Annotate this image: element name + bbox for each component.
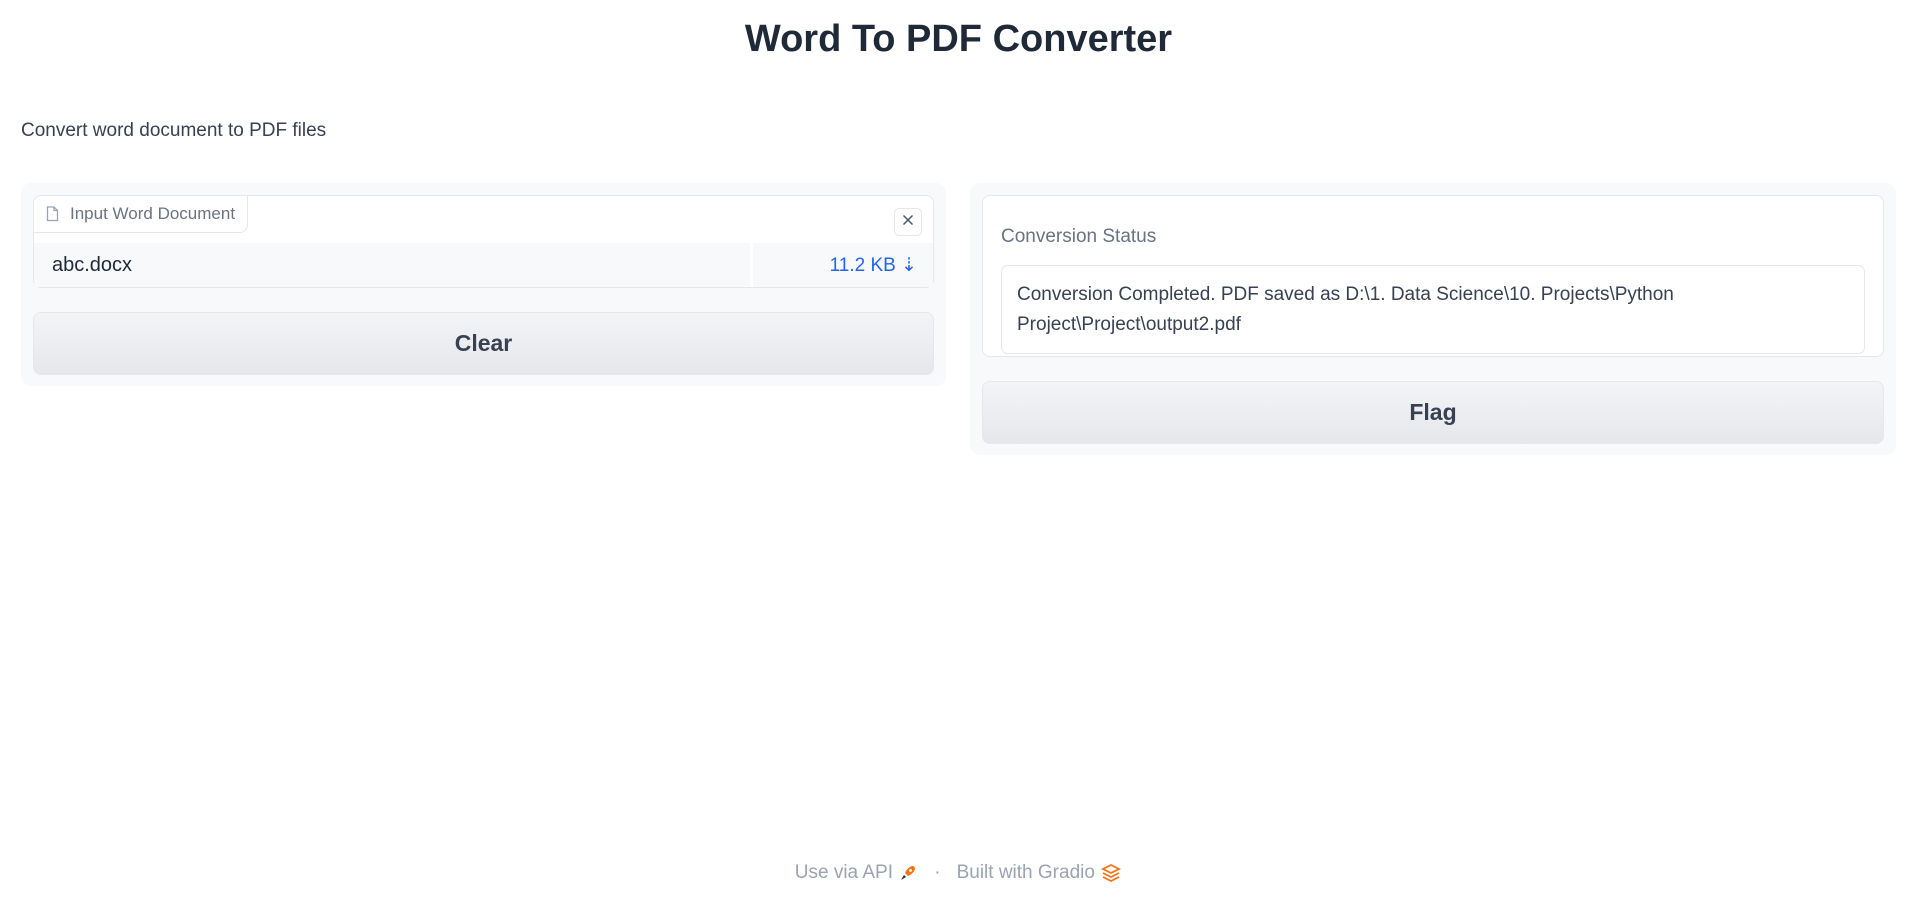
gradio-logo-icon <box>1100 862 1122 883</box>
status-textbox[interactable]: Conversion Completed. PDF saved as D:\1.… <box>1001 265 1865 354</box>
output-panel: Conversion Status Conversion Completed. … <box>970 183 1896 455</box>
file-upload[interactable]: Input Word Document abc.docx 11.2 KB ⇣ <box>33 195 934 288</box>
clear-file-button[interactable] <box>894 208 922 236</box>
built-with-gradio-link[interactable]: Built with Gradio <box>957 862 1123 884</box>
built-with-gradio-label: Built with Gradio <box>956 862 1095 883</box>
file-name: abc.docx <box>34 243 753 287</box>
page-description: Convert word document to PDF files <box>21 120 327 141</box>
use-via-api-link[interactable]: Use via API <box>795 862 919 884</box>
file-download-link[interactable]: 11.2 KB ⇣ <box>753 243 933 287</box>
input-panel: Input Word Document abc.docx 11.2 KB ⇣ C… <box>21 183 946 386</box>
rocket-icon <box>898 862 918 883</box>
page: Word To PDF Converter Convert word docum… <box>0 0 1917 903</box>
status-block: Conversion Status Conversion Completed. … <box>982 195 1884 357</box>
file-row: abc.docx 11.2 KB ⇣ <box>34 243 933 287</box>
clear-button[interactable]: Clear <box>33 312 934 375</box>
file-upload-label-text: Input Word Document <box>70 204 236 223</box>
close-icon <box>902 213 914 231</box>
file-upload-label: Input Word Document <box>33 195 249 233</box>
file-icon <box>46 206 60 222</box>
flag-button[interactable]: Flag <box>982 381 1884 444</box>
footer: Use via API · Built with Gradio <box>0 862 1917 884</box>
page-title: Word To PDF Converter <box>744 18 1173 60</box>
status-label: Conversion Status <box>1001 226 1157 247</box>
use-via-api-label: Use via API <box>794 862 893 883</box>
footer-separator: · <box>934 862 941 883</box>
